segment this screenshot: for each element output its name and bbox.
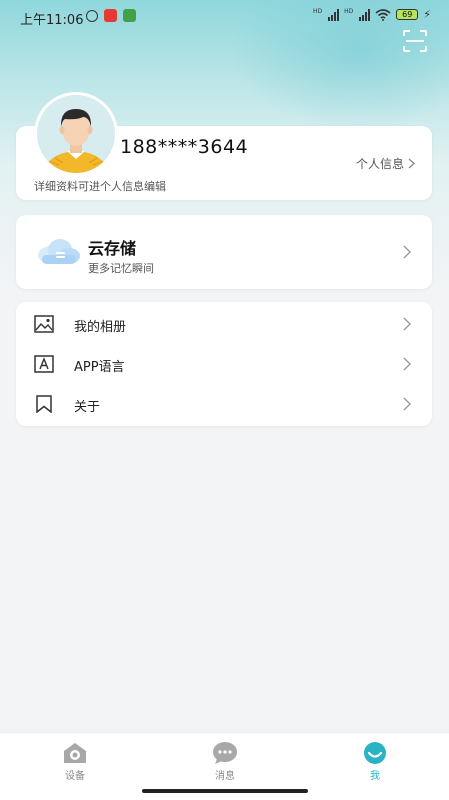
cloud-storage-title: 云存储 bbox=[88, 239, 137, 258]
signal-icon-2 bbox=[359, 8, 371, 21]
app-notification-icon bbox=[104, 9, 117, 22]
battery-icon: 69 bbox=[396, 9, 419, 20]
menu-item-label: APP语言 bbox=[74, 360, 125, 375]
menu-item-label: 我的相册 bbox=[74, 320, 127, 335]
scan-icon[interactable] bbox=[403, 30, 427, 52]
cloud-storage-card[interactable]: 云存储 更多记忆瞬间 bbox=[16, 215, 432, 289]
avatar-illustration bbox=[37, 95, 115, 173]
menu-item-about[interactable]: 关于 bbox=[16, 384, 432, 424]
image-icon bbox=[34, 315, 54, 333]
menu-item-label: 关于 bbox=[74, 400, 101, 415]
nav-label: 我 bbox=[370, 771, 380, 782]
nav-tab-devices[interactable]: 设备 bbox=[45, 741, 105, 782]
menu-item-album[interactable]: 我的相册 bbox=[16, 304, 432, 344]
chevron-right-icon bbox=[403, 317, 411, 331]
signal-icon bbox=[328, 8, 340, 21]
settings-menu: 我的相册 APP语言 关于 bbox=[16, 302, 432, 426]
language-icon bbox=[34, 355, 54, 373]
chevron-right-icon bbox=[403, 397, 411, 411]
chevron-right-icon bbox=[403, 357, 411, 371]
hd-label: HD bbox=[312, 8, 323, 15]
nav-tab-me[interactable]: 我 bbox=[345, 741, 405, 782]
message-icon bbox=[213, 742, 237, 764]
cloud-icon bbox=[38, 239, 80, 264]
personal-info-label: 个人信息 bbox=[355, 157, 404, 171]
bookmark-icon bbox=[36, 395, 52, 413]
menu-item-language[interactable]: APP语言 bbox=[16, 344, 432, 384]
chevron-right-icon bbox=[403, 245, 411, 259]
profile-icon bbox=[364, 742, 386, 764]
battery-level: 69 bbox=[402, 10, 413, 19]
profile-hint: 详细资料可进个人信息编辑 bbox=[34, 180, 166, 193]
home-indicator[interactable] bbox=[142, 789, 308, 793]
nav-label: 消息 bbox=[215, 771, 235, 782]
status-notification-icons bbox=[86, 9, 136, 22]
status-time: 上午11:06 bbox=[20, 13, 84, 28]
status-bar: 上午11:06 HD HD 69 ⚡ bbox=[0, 0, 449, 32]
nav-label: 设备 bbox=[65, 771, 85, 782]
nav-tab-messages[interactable]: 消息 bbox=[195, 741, 255, 782]
profile-page: 上午11:06 HD HD 69 ⚡ 188****3644 个人信息 详细资料… bbox=[0, 0, 449, 800]
alarm-icon bbox=[86, 9, 98, 22]
app-notification-icon-2 bbox=[123, 9, 136, 22]
avatar[interactable] bbox=[34, 92, 118, 176]
chevron-right-icon bbox=[408, 158, 415, 169]
charging-icon: ⚡ bbox=[423, 8, 431, 21]
status-system-icons: HD HD 69 ⚡ bbox=[313, 8, 431, 21]
hd-label-2: HD bbox=[344, 8, 354, 15]
cloud-storage-subtitle: 更多记忆瞬间 bbox=[88, 262, 154, 275]
user-phone: 188****3644 bbox=[120, 136, 249, 158]
wifi-icon bbox=[375, 8, 391, 21]
camera-home-icon bbox=[64, 743, 86, 763]
personal-info-link[interactable]: 个人信息 bbox=[356, 155, 415, 172]
